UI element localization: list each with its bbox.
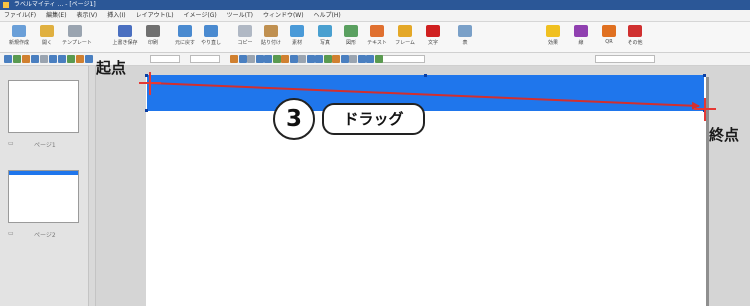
end-point-label: 終点 — [709, 126, 740, 144]
end-crosshair-icon — [694, 98, 716, 121]
drag-arrow — [149, 82, 700, 110]
start-crosshair-icon — [139, 72, 161, 95]
step-label: ドラッグ — [322, 103, 425, 135]
drag-overlay — [139, 72, 716, 121]
step-number-badge: 3 — [273, 98, 315, 140]
start-point-label: 起点 — [96, 59, 127, 77]
